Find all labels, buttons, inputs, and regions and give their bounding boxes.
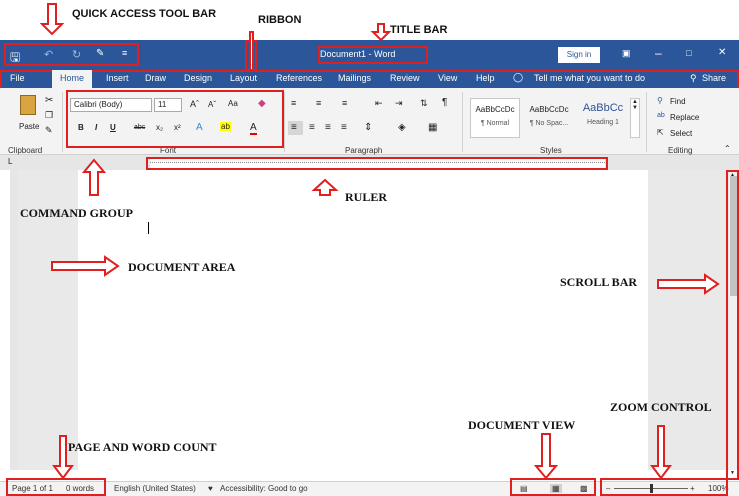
highlight-page-word-count [6, 478, 106, 496]
annotation-arrows [39, 3, 720, 480]
arrow-ribbon [249, 31, 254, 71]
arrow-document-area [51, 255, 120, 277]
language-indicator[interactable]: English (United States) [114, 484, 196, 493]
arrow-quick-access [39, 3, 65, 36]
arrow-document-view [533, 433, 559, 480]
arrow-scroll-bar [657, 273, 720, 295]
arrow-ruler [311, 178, 339, 196]
highlight-document-view [510, 478, 596, 496]
arrow-zoom-control [650, 425, 672, 480]
arrow-command-group [81, 158, 107, 196]
highlight-zoom-control [600, 478, 728, 496]
arrow-title-bar [370, 23, 392, 42]
accessibility-status[interactable]: Accessibility: Good to go [220, 484, 308, 493]
arrow-page-word-count [52, 435, 74, 480]
accessibility-icon: ♥ [208, 484, 213, 493]
